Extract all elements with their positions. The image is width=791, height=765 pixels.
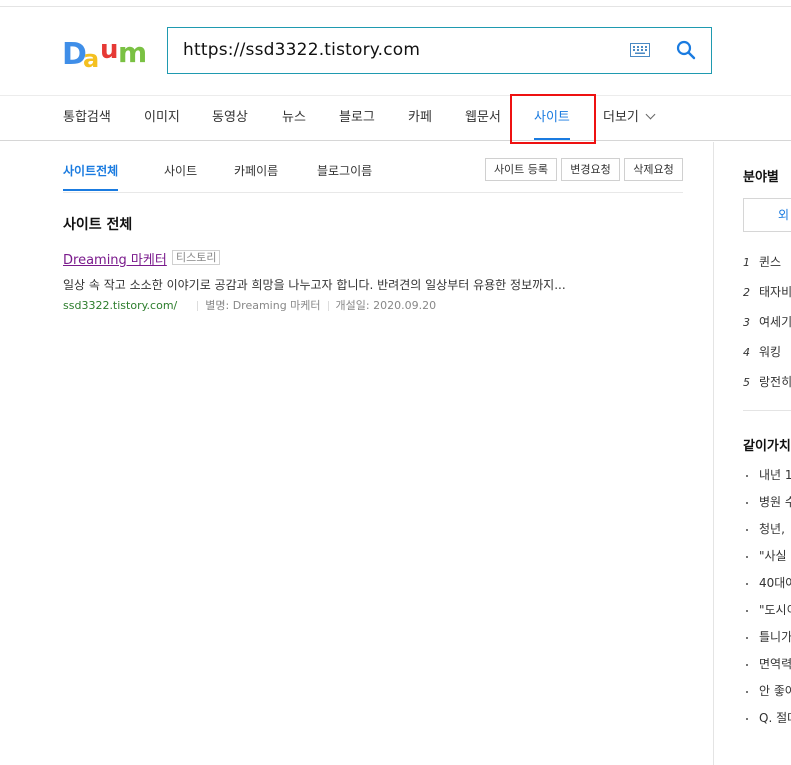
site-register-button[interactable]: 사이트 등록 [485, 158, 557, 181]
search-icon[interactable] [676, 40, 696, 60]
subtab-cafe-name[interactable]: 카페이름 [234, 152, 278, 191]
nav-tab-video[interactable]: 동영상 [212, 96, 248, 140]
search-box[interactable]: https://ssd3322.tistory.com [167, 27, 712, 74]
sidebar-divider [713, 142, 714, 765]
result-description: 일상 속 작고 소소한 이야기로 공감과 희망을 나누고자 합니다. 반려견의 … [63, 278, 566, 292]
rank-number: 2 [743, 286, 750, 299]
nav-tab-webdoc[interactable]: 웹문서 [465, 96, 501, 140]
bullet-icon [746, 501, 748, 504]
rank-item[interactable]: 4 워킹 [743, 343, 781, 360]
nav-tab-integrated[interactable]: 통합검색 [63, 96, 111, 140]
list-item[interactable]: 40대여 [743, 574, 791, 591]
sidebar-tab[interactable]: 외 [743, 198, 791, 232]
bullet-icon [746, 474, 748, 477]
sidebar-separator [743, 410, 791, 411]
subtab-site-all-label: 사이트전체 [63, 164, 119, 178]
rank-text: 랑전히 [759, 375, 791, 389]
rank-item[interactable]: 1 퀸스 [743, 253, 781, 270]
rank-text: 여세기 [759, 315, 791, 329]
list-item[interactable]: 틀니가 [743, 628, 791, 645]
logo-letter-a: a [83, 45, 99, 70]
nav-more[interactable]: 더보기 [603, 96, 656, 140]
rank-number: 5 [743, 376, 750, 389]
list-item-text: "도시이 [759, 603, 791, 617]
result-meta: ssd3322.tistory.com/별명: Dreaming 마케터 개설일:… [63, 297, 436, 313]
list-item[interactable]: 내년 1 [743, 466, 791, 483]
rank-number: 1 [743, 256, 750, 269]
result-badge: 티스토리 [172, 250, 221, 265]
keyboard-icon[interactable] [630, 43, 650, 57]
bullet-icon [746, 528, 748, 531]
highlight-box [510, 94, 596, 144]
list-item-text: Q. 절대 [759, 711, 791, 725]
divider [327, 301, 329, 311]
nav-tab-cafe[interactable]: 카페 [408, 96, 432, 140]
rank-item[interactable]: 5 랑전히 [743, 373, 791, 390]
subtab-blog-name[interactable]: 블로그이름 [317, 152, 372, 191]
subtab-site-all[interactable]: 사이트전체 [63, 152, 119, 191]
list-item-text: "사실 [759, 549, 787, 563]
result-opened-date: 개설일: 2020.09.20 [335, 299, 437, 312]
nav-tab-image[interactable]: 이미지 [144, 96, 180, 140]
nav-more-label: 더보기 [603, 110, 639, 125]
subtab-underline [63, 189, 119, 191]
chevron-down-icon [645, 109, 656, 120]
list-item-text: 청년, [759, 522, 785, 536]
list-item-text: 병원 수 [759, 495, 791, 509]
list-item-text: 내년 1 [759, 468, 791, 482]
daum-logo[interactable]: D a u m [62, 34, 152, 70]
sidebar: 분야별 외 1 퀸스 2 태자비 3 여세기 4 워킹 5 랑전히 같이가치 내년 1 병… [743, 142, 791, 765]
list-item[interactable]: 병원 수 [743, 493, 791, 510]
sidebar-title-category: 분야별 [743, 170, 779, 185]
list-item[interactable]: "도시이 [743, 601, 791, 618]
list-item[interactable]: "사실 [743, 547, 787, 564]
rank-item[interactable]: 3 여세기 [743, 313, 791, 330]
list-item-text: 안 좋아 [759, 684, 791, 698]
bullet-icon [746, 690, 748, 693]
sidebar-title-together: 같이가치 [743, 439, 791, 454]
divider [197, 301, 199, 311]
top-border [0, 6, 791, 7]
bullet-icon [746, 636, 748, 639]
rank-item[interactable]: 2 태자비 [743, 283, 791, 300]
subtab-site[interactable]: 사이트 [164, 152, 197, 191]
bullet-icon [746, 663, 748, 666]
rank-text: 워킹 [759, 345, 782, 359]
nav-tab-news[interactable]: 뉴스 [282, 96, 306, 140]
list-item-text: 틀니가 [759, 630, 791, 644]
logo-letter-u: u [100, 35, 119, 65]
list-item[interactable]: Q. 절대 [743, 709, 791, 726]
delete-request-button[interactable]: 삭제요청 [624, 158, 683, 181]
bullet-icon [746, 582, 748, 585]
bullet-icon [746, 555, 748, 558]
rank-number: 3 [743, 316, 750, 329]
list-item[interactable]: 안 좋아 [743, 682, 791, 699]
rank-text: 태자비 [759, 285, 791, 299]
rank-text: 퀸스 [759, 255, 782, 269]
list-item-text: 40대여 [759, 576, 791, 590]
bullet-icon [746, 609, 748, 612]
list-item[interactable]: 면역력 [743, 655, 791, 672]
list-item[interactable]: 청년, [743, 520, 785, 537]
result-alias: 별명: Dreaming 마케터 [205, 299, 321, 312]
bullet-icon [746, 717, 748, 720]
rank-number: 4 [743, 346, 750, 359]
result-title-link[interactable]: Dreaming 마케터 [63, 249, 167, 268]
nav-tab-blog[interactable]: 블로그 [339, 96, 375, 140]
section-title: 사이트 전체 [63, 217, 133, 233]
result-url-link[interactable]: ssd3322.tistory.com/ [63, 299, 177, 312]
logo-letter-m: m [118, 36, 147, 69]
list-item-text: 면역력 [759, 657, 791, 671]
main-nav: 통합검색 이미지 동영상 뉴스 블로그 카페 웹문서 사이트 더보기 [0, 95, 791, 141]
search-input[interactable]: https://ssd3322.tistory.com [183, 28, 420, 73]
change-request-button[interactable]: 변경요청 [561, 158, 620, 181]
